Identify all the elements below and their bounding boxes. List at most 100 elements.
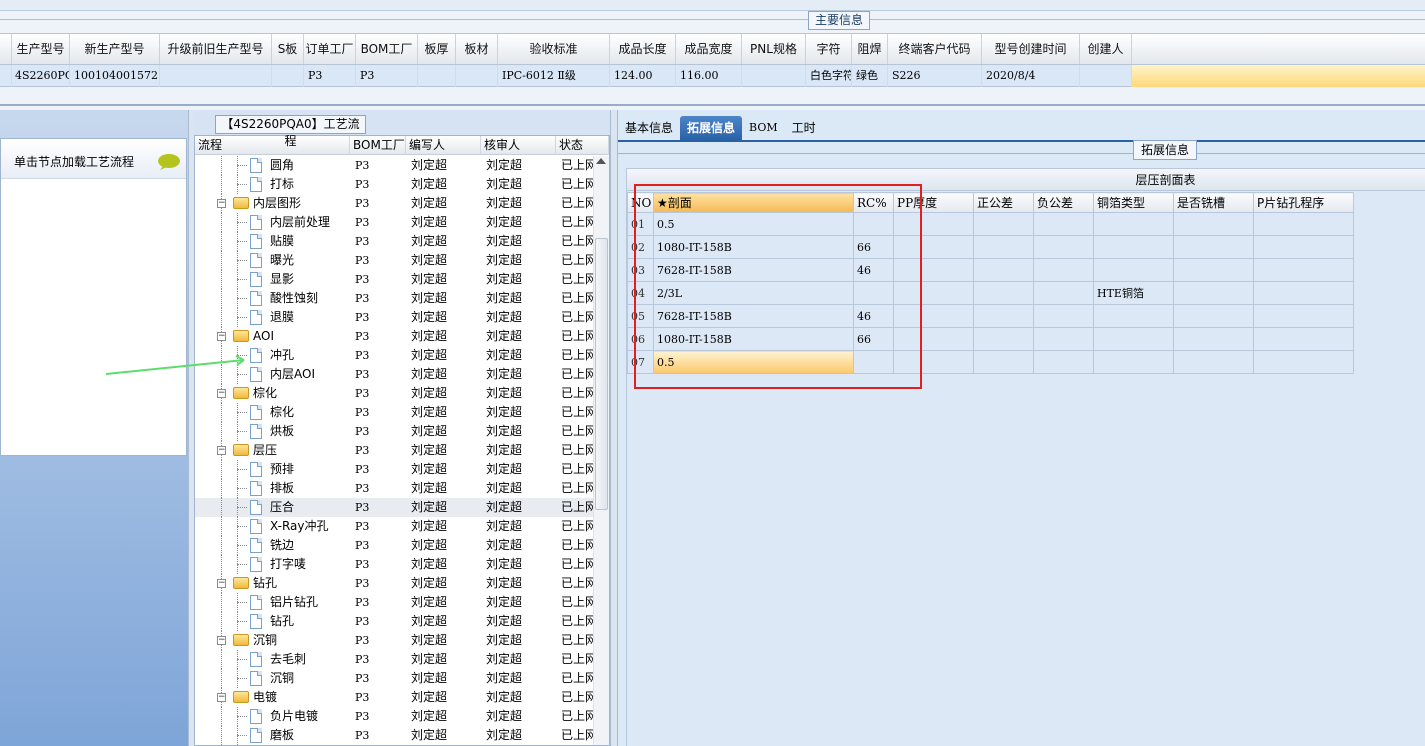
main-col-header-8[interactable]: 板材 bbox=[456, 34, 498, 64]
main-col-header-15[interactable]: 终端客户代码 bbox=[888, 34, 982, 64]
process-row[interactable]: 冲孔 P3 刘定超 刘定超 已上网 bbox=[195, 346, 593, 365]
main-col-header-7[interactable]: 板厚 bbox=[418, 34, 456, 64]
process-col-flow[interactable]: 流程 bbox=[195, 136, 350, 155]
main-info-data-row[interactable]: 4S2260PQA010010400157217P3P3IPC-6012 Ⅱ级1… bbox=[0, 65, 1425, 87]
lamination-cell[interactable] bbox=[1173, 327, 1254, 351]
process-tree-cell[interactable]: 负片电镀 bbox=[195, 707, 350, 726]
lamination-cell[interactable] bbox=[1253, 258, 1354, 282]
process-row[interactable]: 铣边 P3 刘定超 刘定超 已上网 bbox=[195, 536, 593, 555]
lamination-cell[interactable] bbox=[1253, 235, 1354, 259]
collapse-toggle-icon[interactable]: − bbox=[217, 579, 226, 588]
process-row[interactable]: 贴膜 P3 刘定超 刘定超 已上网 bbox=[195, 232, 593, 251]
collapse-toggle-icon[interactable]: − bbox=[217, 636, 226, 645]
collapse-toggle-icon[interactable]: − bbox=[217, 389, 226, 398]
process-row[interactable]: 烘板 P3 刘定超 刘定超 已上网 bbox=[195, 422, 593, 441]
lamination-cell[interactable] bbox=[1093, 235, 1174, 259]
main-col-header-6[interactable]: BOM工厂 bbox=[356, 34, 418, 64]
main-cell-2[interactable]: 10010400157217 bbox=[70, 65, 160, 87]
process-row[interactable]: − 内层图形 P3 刘定超 刘定超 已上网 bbox=[195, 194, 593, 213]
main-col-header-16[interactable]: 型号创建时间 bbox=[982, 34, 1080, 64]
process-tree-cell[interactable]: 贴膜 bbox=[195, 232, 350, 251]
process-tree-cell[interactable]: − 内层图形 bbox=[195, 194, 350, 213]
main-cell-6[interactable]: P3 bbox=[356, 65, 418, 87]
main-col-header-2[interactable]: 新生产型号 bbox=[70, 34, 160, 64]
lamination-cell[interactable] bbox=[1253, 350, 1354, 374]
main-cell-16[interactable]: 2020/8/4 bbox=[982, 65, 1080, 87]
main-cell-13[interactable]: 白色字符 bbox=[806, 65, 852, 87]
process-tree-cell[interactable]: 烘板 bbox=[195, 422, 350, 441]
process-tree-cell[interactable]: 预排 bbox=[195, 460, 350, 479]
main-col-header-3[interactable]: 升级前旧生产型号 bbox=[160, 34, 272, 64]
main-cell-12[interactable] bbox=[742, 65, 806, 87]
process-row[interactable]: 排板 P3 刘定超 刘定超 已上网 bbox=[195, 479, 593, 498]
lamination-col-header-7[interactable]: 是否铣槽 bbox=[1173, 192, 1254, 213]
process-row[interactable]: 钻孔 P3 刘定超 刘定超 已上网 bbox=[195, 612, 593, 631]
main-col-header-9[interactable]: 验收标准 bbox=[498, 34, 610, 64]
lamination-cell[interactable] bbox=[1173, 304, 1254, 328]
process-tree-cell[interactable]: 酸性蚀刻 bbox=[195, 289, 350, 308]
collapse-toggle-icon[interactable]: − bbox=[217, 199, 226, 208]
process-tree-cell[interactable]: 内层前处理 bbox=[195, 213, 350, 232]
lamination-cell[interactable] bbox=[1173, 258, 1254, 282]
main-cell-7[interactable] bbox=[418, 65, 456, 87]
main-cell-14[interactable]: 绿色 bbox=[852, 65, 888, 87]
lamination-cell[interactable] bbox=[1253, 327, 1354, 351]
main-col-header-14[interactable]: 阻焊 bbox=[852, 34, 888, 64]
lamination-col-header-4[interactable]: 正公差 bbox=[973, 192, 1034, 213]
process-tree-cell[interactable]: 排板 bbox=[195, 479, 350, 498]
lamination-cell[interactable] bbox=[1033, 212, 1094, 236]
process-tree-cell[interactable]: 钻孔 bbox=[195, 612, 350, 631]
lamination-cell[interactable] bbox=[973, 281, 1034, 305]
lamination-cell[interactable]: HTE铜箔 bbox=[1093, 281, 1174, 305]
main-cell-8[interactable] bbox=[456, 65, 498, 87]
process-tree-cell[interactable]: 铝片钻孔 bbox=[195, 593, 350, 612]
process-tree-cell[interactable]: − 钻孔 bbox=[195, 574, 350, 593]
main-cell-11[interactable]: 116.00 bbox=[676, 65, 742, 87]
process-row[interactable]: 内层AOI P3 刘定超 刘定超 已上网 bbox=[195, 365, 593, 384]
process-row[interactable]: 内层前处理 P3 刘定超 刘定超 已上网 bbox=[195, 213, 593, 232]
tab-basic-info[interactable]: 基本信息 bbox=[618, 116, 680, 140]
collapse-toggle-icon[interactable]: − bbox=[217, 332, 226, 341]
tab-bom[interactable]: BOM bbox=[742, 116, 785, 140]
main-col-header-5[interactable]: 订单工厂 bbox=[304, 34, 356, 64]
process-row[interactable]: − 电镀 P3 刘定超 刘定超 已上网 bbox=[195, 688, 593, 707]
main-cell-3[interactable] bbox=[160, 65, 272, 87]
main-col-header-0[interactable] bbox=[0, 34, 12, 64]
process-row[interactable]: 酸性蚀刻 P3 刘定超 刘定超 已上网 bbox=[195, 289, 593, 308]
lamination-cell[interactable] bbox=[973, 258, 1034, 282]
lamination-cell[interactable] bbox=[973, 304, 1034, 328]
lamination-col-header-8[interactable]: P片钻孔程序 bbox=[1253, 192, 1354, 213]
process-row[interactable]: − 钻孔 P3 刘定超 刘定超 已上网 bbox=[195, 574, 593, 593]
lamination-cell[interactable] bbox=[1093, 258, 1174, 282]
process-row[interactable]: 负片电镀 P3 刘定超 刘定超 已上网 bbox=[195, 707, 593, 726]
process-row[interactable]: − 沉铜 P3 刘定超 刘定超 已上网 bbox=[195, 631, 593, 650]
load-flow-box[interactable]: 单击节点加载工艺流程 bbox=[0, 138, 187, 456]
tab-extended-info[interactable]: 拓展信息 bbox=[680, 116, 743, 140]
scroll-thumb[interactable] bbox=[595, 238, 608, 510]
process-tree-cell[interactable]: 磨板 bbox=[195, 726, 350, 745]
process-tree-cell[interactable]: 打标 bbox=[195, 175, 350, 194]
main-col-header-11[interactable]: 成品宽度 bbox=[676, 34, 742, 64]
process-tree-cell[interactable]: − 沉铜 bbox=[195, 631, 350, 650]
process-row[interactable]: 预排 P3 刘定超 刘定超 已上网 bbox=[195, 460, 593, 479]
process-tree-cell[interactable]: − 棕化 bbox=[195, 384, 350, 403]
lamination-cell[interactable] bbox=[1033, 327, 1094, 351]
process-row[interactable]: 曝光 P3 刘定超 刘定超 已上网 bbox=[195, 251, 593, 270]
process-tree-cell[interactable]: 压合 bbox=[195, 498, 350, 517]
main-col-header-13[interactable]: 字符 bbox=[806, 34, 852, 64]
lamination-cell[interactable] bbox=[1173, 235, 1254, 259]
process-tree-cell[interactable]: 退膜 bbox=[195, 308, 350, 327]
process-row[interactable]: 磨板 P3 刘定超 刘定超 已上网 bbox=[195, 726, 593, 745]
main-info-grid[interactable]: 生产型号 新生产型号 升级前旧生产型号 S板 订单工厂 BOM工厂 板厚 板材 验收标准 成品长度… bbox=[0, 33, 1425, 89]
process-tree-cell[interactable]: − 层压 bbox=[195, 441, 350, 460]
process-row[interactable]: 显影 P3 刘定超 刘定超 已上网 bbox=[195, 270, 593, 289]
process-tree-cell[interactable]: 铣边 bbox=[195, 536, 350, 555]
collapse-toggle-icon[interactable]: − bbox=[217, 446, 226, 455]
process-row[interactable]: 沉铜 P3 刘定超 刘定超 已上网 bbox=[195, 669, 593, 688]
main-col-header-12[interactable]: PNL规格 bbox=[742, 34, 806, 64]
process-row[interactable]: 退膜 P3 刘定超 刘定超 已上网 bbox=[195, 308, 593, 327]
lamination-col-header-6[interactable]: 铜箔类型 bbox=[1093, 192, 1174, 213]
process-row[interactable]: − AOI P3 刘定超 刘定超 已上网 bbox=[195, 327, 593, 346]
main-cell-5[interactable]: P3 bbox=[304, 65, 356, 87]
lamination-cell[interactable] bbox=[1173, 281, 1254, 305]
